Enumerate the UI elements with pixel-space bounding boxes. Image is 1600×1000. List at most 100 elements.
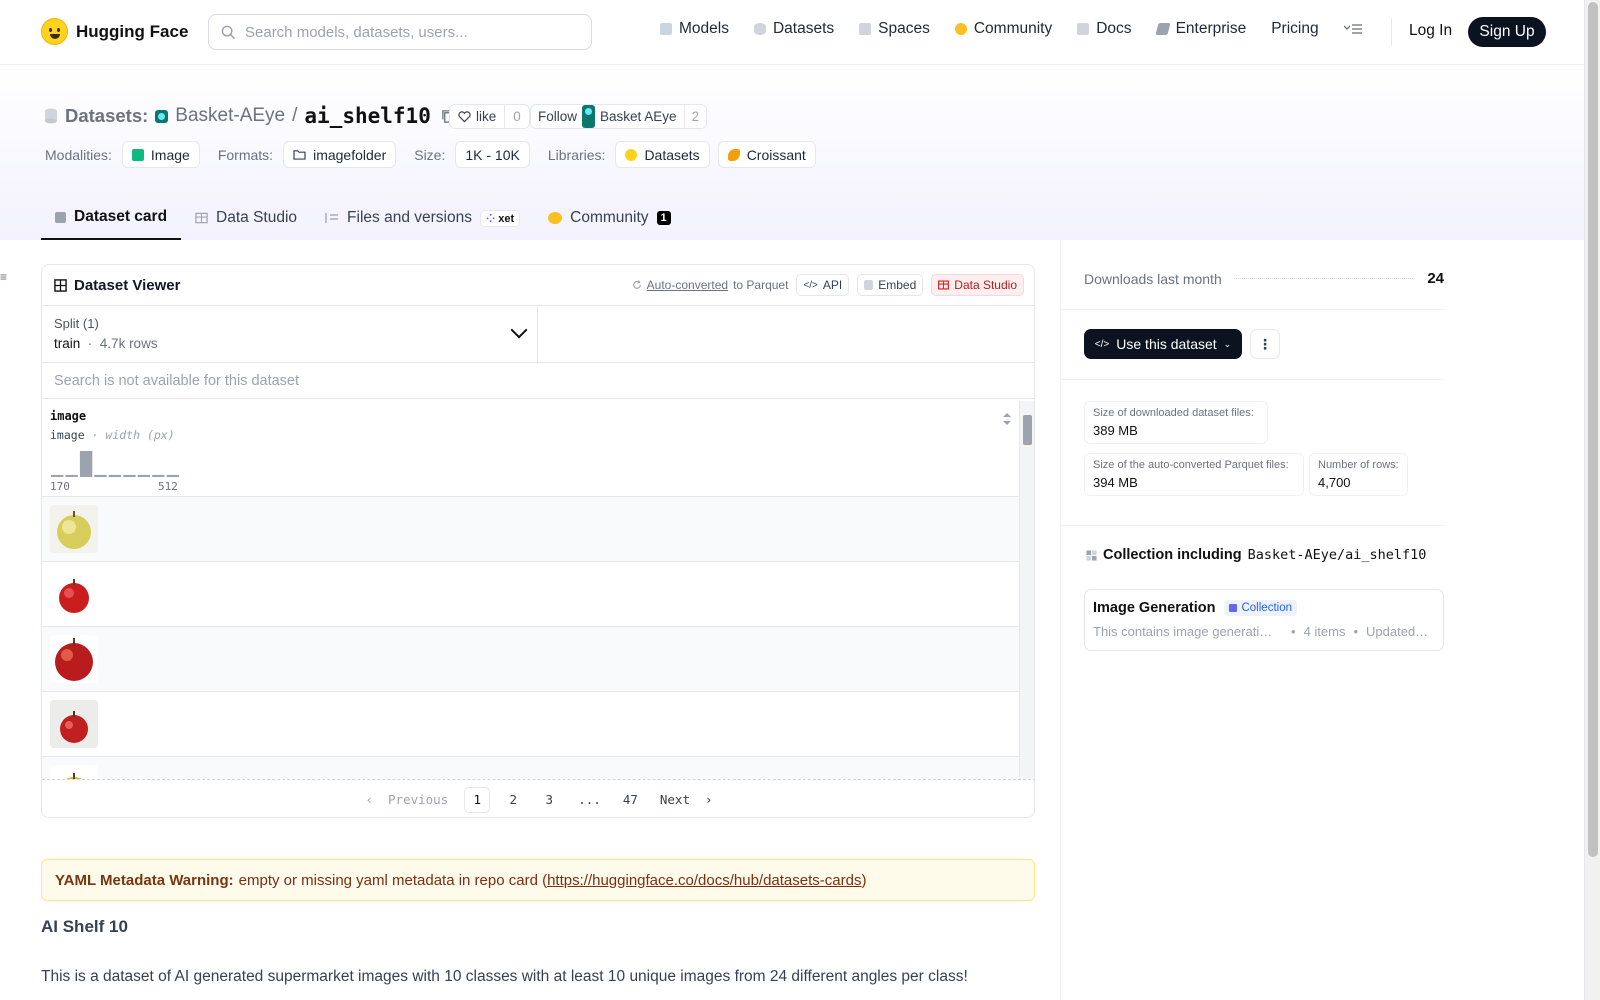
previous-page-button[interactable]: ‹ Previous (359, 787, 454, 813)
nav-enterprise[interactable]: Enterprise (1154, 20, 1246, 38)
follow-org-name: Basket AEye (600, 109, 677, 124)
refresh-icon (632, 280, 641, 289)
split-name: train (54, 336, 81, 351)
main-nav: Models Datasets Spaces Community Docs En… (660, 20, 1362, 38)
library-chip-croissant[interactable]: Croissant (717, 141, 816, 168)
row-image-thumbnail[interactable] (50, 570, 98, 618)
histogram-bar[interactable] (137, 474, 151, 477)
table-row[interactable] (42, 692, 1020, 757)
signup-button[interactable]: Sign Up (1468, 17, 1546, 47)
collection-heading-text: Collection including (1103, 547, 1242, 563)
sidebar-separator (1061, 379, 1444, 380)
tab-community[interactable]: Community 1 (534, 196, 685, 240)
nav-spaces[interactable]: Spaces (859, 20, 930, 38)
format-text: imagefolder (313, 146, 387, 163)
page-scroll-thumb[interactable] (1588, 2, 1598, 857)
histogram-bar[interactable] (65, 474, 78, 477)
split-selector[interactable]: Split (1) train · 4.7k rows (42, 306, 538, 362)
nav-models[interactable]: Models (660, 20, 729, 38)
repo-owner[interactable]: Basket-AEye (175, 105, 285, 127)
histogram-bar[interactable] (51, 474, 64, 477)
follow-count[interactable]: 2 (683, 105, 707, 128)
embed-button[interactable]: Embed (857, 274, 924, 296)
histogram-bar[interactable] (152, 474, 165, 477)
sort-icon[interactable] (1002, 411, 1012, 427)
collection-card[interactable]: Image Generation Collection This contain… (1084, 589, 1444, 651)
tab-data-studio[interactable]: Data Studio (181, 196, 311, 240)
histogram-bar[interactable] (108, 474, 122, 477)
heart-icon (458, 110, 471, 122)
sidebar-toggle-icon[interactable]: ≡ (0, 270, 9, 284)
table-row[interactable] (42, 497, 1020, 562)
nav-more-menu[interactable] (1343, 23, 1362, 35)
column-header-image: image image · width (px) 170 512 (42, 401, 1020, 497)
page-button-1[interactable]: 1 (464, 786, 491, 813)
collection-badge: Collection (1224, 600, 1297, 616)
global-search-box[interactable] (208, 14, 592, 50)
split-label: Split (1) (54, 316, 99, 331)
table-scrollbar[interactable] (1019, 401, 1034, 779)
global-search-input[interactable] (245, 23, 575, 41)
page-button-3[interactable]: 3 (536, 787, 562, 813)
viewer-title: Dataset Viewer (54, 277, 180, 294)
size-chip[interactable]: 1K - 10K (455, 141, 530, 168)
row-image-thumbnail[interactable] (50, 635, 98, 683)
top-navigation-bar: Hugging Face Models Datasets Spaces Comm… (0, 0, 1584, 65)
page-button-2[interactable]: 2 (500, 787, 526, 813)
files-icon (325, 213, 339, 223)
follow-button[interactable]: Follow Basket AEye 2 (530, 104, 708, 129)
page-scrollbar[interactable] (1584, 0, 1600, 1000)
api-button[interactable]: </> API (796, 274, 850, 296)
login-link[interactable]: Log In (1409, 22, 1452, 40)
more-options-button[interactable]: ⋮ (1250, 329, 1280, 359)
hugging-face-logo[interactable]: Hugging Face (41, 18, 188, 45)
card-heading: AI Shelf 10 (41, 917, 128, 936)
histogram-bar[interactable] (94, 474, 107, 477)
code-icon: </> (1094, 338, 1110, 350)
dataset-icon (45, 108, 57, 124)
use-this-dataset-label: Use this dataset (1116, 336, 1217, 352)
nav-community[interactable]: Community (954, 20, 1052, 38)
nav-docs-label: Docs (1096, 20, 1132, 37)
format-chip[interactable]: imagefolder (283, 141, 397, 168)
viewer-search-input[interactable] (54, 372, 954, 389)
page-button-47[interactable]: 47 (617, 787, 644, 813)
yaml-metadata-warning: YAML Metadata Warning: empty or missing … (41, 859, 1035, 901)
nav-docs[interactable]: Docs (1077, 20, 1132, 38)
next-page-button[interactable]: Next › (654, 787, 719, 813)
histogram-bar[interactable] (123, 474, 136, 477)
table-row[interactable] (42, 627, 1020, 692)
nav-datasets[interactable]: Datasets (753, 20, 834, 38)
row-image-thumbnail[interactable] (50, 700, 98, 748)
dataset-cards-docs-link[interactable]: https://huggingface.co/docs/hub/datasets… (547, 872, 861, 889)
red-apple-image (50, 635, 98, 683)
tab-files-and-versions[interactable]: Files and versions ⁘ xet (311, 196, 534, 240)
table-row[interactable] (42, 562, 1020, 627)
repo-kind[interactable]: Datasets: (65, 105, 148, 127)
collection-badge-text: Collection (1241, 602, 1292, 614)
like-count[interactable]: 0 (504, 105, 529, 128)
modality-text: Image (150, 146, 190, 163)
like-button[interactable]: like 0 (449, 104, 530, 129)
row-image-thumbnail[interactable] (50, 765, 98, 779)
viewer-actions: Auto-converted to Parquet </> API Embed Da… (632, 274, 1024, 296)
embed-button-label: Embed (878, 278, 917, 292)
sidebar-divider (1060, 240, 1061, 1000)
table-row[interactable] (42, 757, 1020, 779)
row-image-thumbnail[interactable] (50, 505, 98, 553)
card-paragraph: This is a dataset of AI generated superm… (41, 968, 968, 985)
viewer-data-studio-button[interactable]: Data Studio (931, 274, 1024, 296)
use-this-dataset-button[interactable]: </> Use this dataset ⌄ (1084, 329, 1242, 359)
library-chip-datasets[interactable]: Datasets (615, 141, 710, 168)
tab-dataset-card[interactable]: Dataset card (41, 196, 182, 240)
modality-chip[interactable]: Image (121, 141, 200, 168)
nav-pricing[interactable]: Pricing (1271, 20, 1318, 38)
viewer-table: image image · width (px) 170 512 (42, 401, 1020, 779)
histogram-bar[interactable] (166, 474, 179, 477)
auto-converted-link[interactable]: Auto-converted (647, 278, 728, 292)
histogram-bar[interactable] (79, 451, 93, 477)
width-histogram[interactable] (50, 451, 180, 477)
table-scroll-thumb[interactable] (1023, 415, 1032, 445)
repo-name[interactable]: ai_shelf10 (304, 104, 430, 128)
column-name: image (50, 409, 87, 423)
